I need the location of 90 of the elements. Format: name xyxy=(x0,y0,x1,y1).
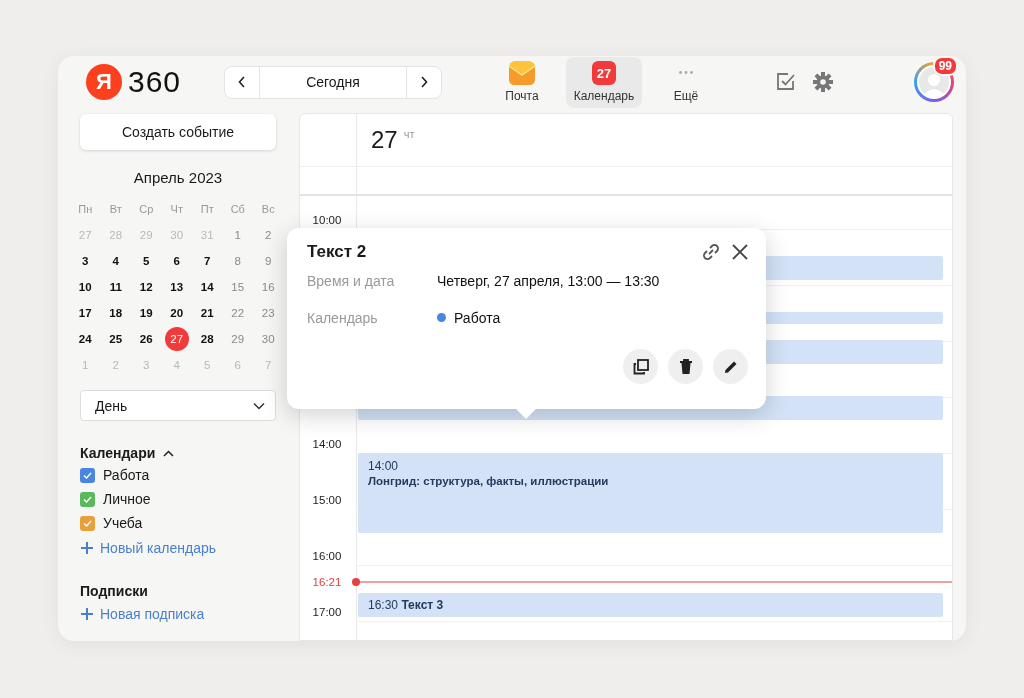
close-button[interactable] xyxy=(732,244,748,260)
calendar-day[interactable]: 13 xyxy=(164,275,189,299)
calendar-day[interactable]: 17 xyxy=(73,301,98,325)
weekday-label: Вс xyxy=(260,202,276,217)
weekday-label: чт xyxy=(403,128,415,140)
month-title: Апрель 2023 xyxy=(132,169,224,186)
calendar-day[interactable]: 5 xyxy=(134,249,159,273)
calendar-day[interactable]: 28 xyxy=(195,327,220,351)
hour-label: 15:00 xyxy=(311,494,343,506)
notification-badge: 99 xyxy=(932,56,958,76)
weekday-label: Пт xyxy=(199,202,215,217)
logo-mark: Я xyxy=(86,64,122,100)
checkbox-icon[interactable] xyxy=(776,72,796,92)
hour-label: 17:00 xyxy=(311,606,343,618)
calendar-day[interactable]: 19 xyxy=(134,301,159,325)
event-block[interactable]: 16:30 Текст 3 xyxy=(358,593,943,617)
calendar-day[interactable]: 27 xyxy=(164,327,189,351)
calendar-name: Работа xyxy=(103,467,150,483)
app-tab[interactable]: 27 Календарь xyxy=(566,56,642,108)
calendar-icon: 27 xyxy=(592,61,616,85)
plus-icon xyxy=(80,607,94,621)
calendar-checkbox[interactable] xyxy=(80,467,95,483)
day-number: 27 xyxy=(371,126,398,154)
link-button[interactable] xyxy=(702,243,720,261)
collapse-button[interactable] xyxy=(163,449,175,457)
hour-label: 10:00 xyxy=(311,214,343,226)
event-title: Лонгрид: структура, факты, иллюстрации xyxy=(368,475,610,487)
event-label: 16:30 Текст 3 xyxy=(368,598,444,612)
calendar-day[interactable]: 14 xyxy=(195,275,220,299)
calendar-day[interactable]: 3 xyxy=(73,249,98,273)
calendar-day[interactable]: 20 xyxy=(164,301,189,325)
field-label: Календарь xyxy=(307,309,379,326)
chevron-down-icon xyxy=(253,401,265,410)
current-time-label: 16:21 xyxy=(311,576,343,588)
checkmark-icon xyxy=(83,471,92,479)
calendar-day[interactable]: 21 xyxy=(195,301,220,325)
logo-text: 360 xyxy=(128,65,182,99)
app-tab[interactable]: Ещё xyxy=(648,56,724,108)
copy-icon xyxy=(632,358,649,375)
event-block[interactable]: 14:00 Лонгрид: структура, факты, иллюстрации xyxy=(358,453,943,533)
section-title: Подписки xyxy=(80,583,148,599)
calendar-name: Учеба xyxy=(103,515,143,531)
edit-button[interactable] xyxy=(713,349,748,384)
weekday-label: Сб xyxy=(229,202,246,217)
event-title: Текст 2 xyxy=(307,242,368,262)
trash-icon xyxy=(678,358,693,375)
today-button[interactable]: Сегодня xyxy=(259,66,407,98)
weekday-label: Ср xyxy=(138,202,155,217)
envelope-icon xyxy=(509,61,535,85)
checkmark-icon xyxy=(83,495,92,503)
delete-button[interactable] xyxy=(668,349,703,384)
link-icon xyxy=(702,243,720,261)
new-subscription-link[interactable]: Новая подписка xyxy=(80,601,276,627)
weekday-label: Чт xyxy=(169,202,184,217)
create-event-button[interactable]: Создать событие xyxy=(80,114,276,150)
section-title: Календари xyxy=(80,445,156,461)
settings-icon[interactable] xyxy=(812,71,834,93)
calendar-name: Личное xyxy=(103,491,151,507)
dots-icon xyxy=(679,71,693,74)
chevron-left-icon xyxy=(238,76,246,88)
view-dropdown[interactable]: День xyxy=(80,390,276,421)
calendar-day[interactable]: 7 xyxy=(195,249,220,273)
chevron-right-icon xyxy=(420,76,428,88)
field-value: Работа xyxy=(454,309,501,326)
weekday-label: Вт xyxy=(108,202,123,217)
hour-label: 14:00 xyxy=(311,438,343,450)
field-value: Четверг, 27 апреля, 13:00 — 13:30 xyxy=(437,272,660,289)
event-time: 14:00 xyxy=(368,459,400,473)
calendar-checkbox[interactable] xyxy=(80,515,95,531)
duplicate-button[interactable] xyxy=(623,349,658,384)
calendar-day[interactable]: 24 xyxy=(73,327,98,351)
new-calendar-link[interactable]: Новый календарь xyxy=(80,535,276,561)
calendar-day[interactable]: 4 xyxy=(103,249,128,273)
plus-icon xyxy=(80,541,94,555)
hour-label: 16:00 xyxy=(311,550,343,562)
app-tab[interactable]: Почта xyxy=(484,56,560,108)
calendar-day[interactable]: 11 xyxy=(103,275,128,299)
calendar-day[interactable]: 26 xyxy=(134,327,159,351)
calendar-day[interactable]: 18 xyxy=(103,301,128,325)
field-label: Время и дата xyxy=(307,272,396,289)
calendar-day[interactable]: 12 xyxy=(134,275,159,299)
calendar-day[interactable]: 6 xyxy=(164,249,189,273)
avatar[interactable] xyxy=(914,62,954,102)
checkmark-icon xyxy=(83,519,92,527)
caret-up-icon xyxy=(163,449,175,457)
calendar-day[interactable]: 10 xyxy=(73,275,98,299)
close-icon xyxy=(732,244,748,260)
calendar-day[interactable]: 25 xyxy=(103,327,128,351)
weekday-label: Пн xyxy=(77,202,94,217)
calendar-checkbox[interactable] xyxy=(80,491,95,507)
